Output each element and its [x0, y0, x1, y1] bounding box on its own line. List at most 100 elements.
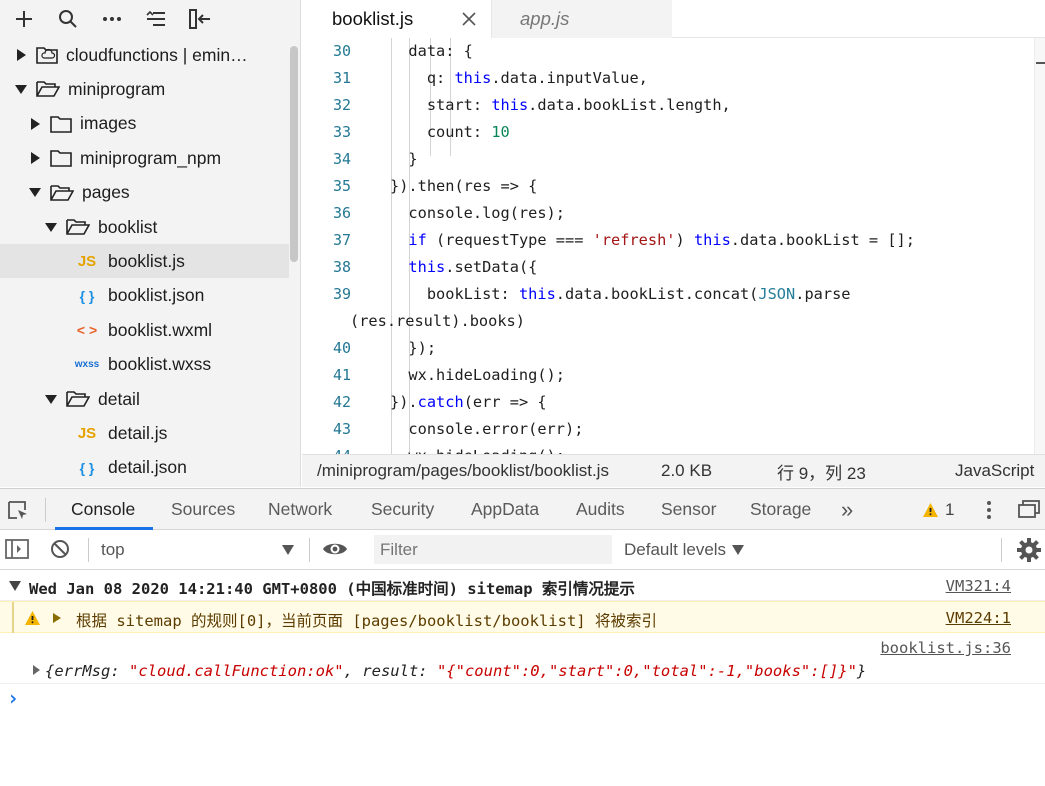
line-number: 31 [332, 69, 351, 87]
context-selector[interactable]: top [100, 536, 300, 564]
chevron-right-icon[interactable] [14, 48, 28, 62]
chevron-down-icon[interactable] [44, 220, 58, 234]
log-levels-dropdown[interactable]: Default levels [624, 540, 745, 560]
folder-open-icon [66, 390, 90, 408]
more-tabs-button[interactable]: » [841, 489, 853, 530]
code-text: (res.result).books) [350, 312, 525, 330]
code-line[interactable]: 32 start: this.data.bookList.length, [302, 92, 1034, 119]
code-text: data: { [390, 42, 473, 60]
tree-item[interactable]: JS detail.js [0, 416, 289, 450]
tree-item[interactable]: JS booklist.js [0, 244, 289, 279]
code-text: }).catch(err => { [390, 393, 547, 411]
more-vertical-icon[interactable] [986, 500, 992, 525]
collapse-all-icon[interactable] [142, 5, 170, 33]
code-line[interactable]: 40 }); [302, 335, 1034, 362]
tab-appdata[interactable]: AppData [471, 489, 539, 530]
tree-item[interactable]: { } booklist.json [0, 279, 289, 313]
file-path: /miniprogram/pages/booklist/booklist.js [317, 461, 609, 480]
warning-icon [25, 611, 40, 625]
line-number: 40 [332, 339, 351, 357]
tree-item[interactable]: detail [0, 382, 289, 416]
code-text: } [390, 150, 418, 168]
tab-audits[interactable]: Audits [576, 489, 625, 530]
tab-network[interactable]: Network [268, 489, 332, 530]
chevron-down-icon[interactable] [28, 186, 42, 200]
code-line[interactable]: 34 } [302, 146, 1034, 173]
tree-item-label: booklist.wxss [108, 354, 212, 375]
code-text: if (requestType === 'refresh') this.data… [408, 231, 915, 249]
expand-right-icon[interactable] [33, 665, 40, 675]
expand-down-icon[interactable] [9, 581, 21, 591]
tab-storage[interactable]: Storage [750, 489, 811, 530]
code-line[interactable]: 35}).then(res => { [302, 173, 1034, 200]
code-line[interactable]: 36 console.log(res); [302, 200, 1034, 227]
json-file-icon: { } [79, 287, 95, 304]
warning-icon [923, 503, 938, 517]
clear-console-icon[interactable] [50, 539, 70, 564]
close-icon[interactable] [461, 11, 477, 27]
code-line[interactable]: 38 this.setData({ [302, 254, 1034, 281]
code-line[interactable]: (res.result).books) [302, 308, 1034, 335]
chevron-down-icon[interactable] [14, 82, 28, 96]
warning-message[interactable]: 根据 sitemap 的规则[0]，当前页面 [pages/booklist/b… [0, 601, 1045, 633]
source-link[interactable]: VM321:4 [946, 577, 1011, 595]
tree-item[interactable]: { } detail.json [0, 451, 289, 485]
source-link[interactable]: booklist.js:36 [880, 639, 1011, 657]
plus-icon[interactable] [10, 5, 38, 33]
code-line[interactable]: 37 if (requestType === 'refresh') this.d… [302, 227, 1034, 254]
chevron-right-icon[interactable] [28, 151, 42, 165]
source-link[interactable]: VM224:1 [946, 609, 1011, 627]
editor-scrollbar[interactable] [1034, 38, 1045, 454]
dock-icon[interactable] [1018, 500, 1040, 523]
scroll-indicator [1036, 62, 1045, 64]
tab-security[interactable]: Security [371, 489, 434, 530]
chevron-right-icon[interactable] [28, 117, 42, 131]
tree-item-label: miniprogram_npm [80, 147, 222, 168]
tab-sensor[interactable]: Sensor [661, 489, 716, 530]
tab-app-js[interactable]: app.js [492, 0, 672, 38]
code-text: wx.hideLoading(); [390, 366, 565, 384]
language-mode[interactable]: JavaScript [955, 461, 1034, 481]
tree-item[interactable]: miniprogram_npm [0, 141, 289, 175]
tree-item[interactable]: pages [0, 176, 289, 210]
chevron-down-icon[interactable] [44, 392, 58, 406]
search-icon[interactable] [54, 5, 82, 33]
code-line[interactable]: 41 wx.hideLoading(); [302, 362, 1034, 389]
tab-sources[interactable]: Sources [171, 489, 235, 530]
tree-item[interactable]: images [0, 107, 289, 141]
filter-input[interactable] [374, 535, 612, 564]
tab-console[interactable]: Console [55, 489, 153, 530]
tree-item[interactable]: miniprogram [0, 72, 289, 106]
group-title: Wed Jan 08 2020 14:21:40 GMT+0800 (中国标准时… [29, 580, 635, 598]
code-line[interactable]: 30 data: { [302, 38, 1034, 65]
code-line[interactable]: 31 q: this.data.inputValue, [302, 65, 1034, 92]
console-prompt-row[interactable]: › [0, 684, 1045, 714]
tree-item[interactable]: booklist [0, 210, 289, 244]
toggle-sidebar-icon[interactable] [186, 5, 214, 33]
code-line[interactable]: 39 bookList: this.data.bookList.concat(J… [302, 281, 1034, 308]
line-number: 32 [332, 96, 351, 114]
code-line[interactable]: 43 console.error(err); [302, 416, 1034, 443]
tree-item[interactable]: cloudfunctions | emin… [0, 38, 289, 72]
sidebar-scrollbar[interactable] [290, 46, 298, 262]
cursor-position[interactable]: 行 9，列 23 [777, 459, 866, 484]
code-area[interactable]: 30 data: {31 q: this.data.inputValue, 32 … [302, 38, 1034, 454]
code-line[interactable]: 44 wx.hideLoading(); [302, 443, 1034, 454]
tree-item[interactable]: wxss booklist.wxss [0, 348, 289, 382]
console-group[interactable]: Wed Jan 08 2020 14:21:40 GMT+0800 (中国标准时… [0, 571, 1045, 601]
code-line[interactable]: 42}).catch(err => { [302, 389, 1034, 416]
inspect-element-icon[interactable] [6, 499, 30, 526]
code-text: this.setData({ [408, 258, 538, 276]
eye-icon[interactable] [322, 539, 348, 564]
tree-item-label: detail [98, 388, 140, 409]
line-number: 36 [332, 204, 351, 222]
log-message[interactable]: booklist.js:36 {errMsg: "cloud.callFunct… [0, 633, 1045, 684]
gear-icon[interactable] [1016, 537, 1042, 568]
tree-item[interactable]: < > booklist.wxml [0, 313, 289, 347]
expand-right-icon[interactable] [53, 613, 61, 623]
warning-counter[interactable]: 1 [922, 500, 954, 520]
sidebar-toggle-icon[interactable] [5, 539, 29, 564]
more-icon[interactable] [98, 5, 126, 33]
tab-booklist-js[interactable]: booklist.js [302, 0, 492, 38]
code-line[interactable]: 33 count: 10 [302, 119, 1034, 146]
